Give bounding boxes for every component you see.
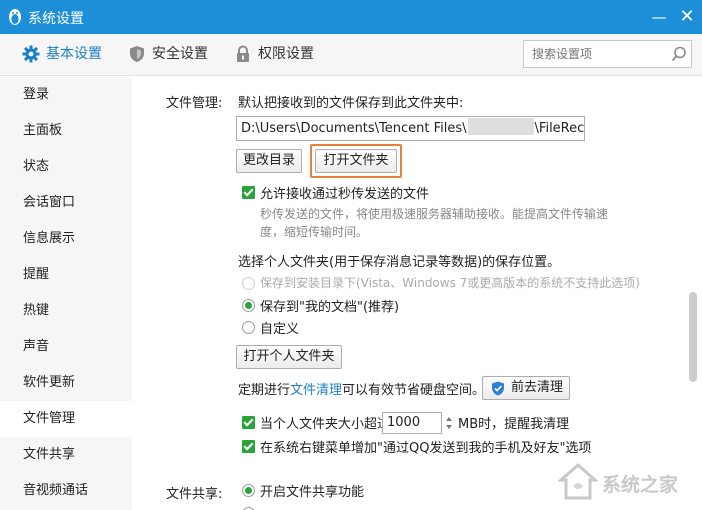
spinner-arrows-icon[interactable] [444, 412, 454, 434]
open-folder-button[interactable]: 打开文件夹 [315, 149, 397, 173]
sidebar-item-main-panel[interactable]: 主面板 [0, 113, 132, 149]
close-button[interactable]: ✕ [676, 6, 698, 28]
allow-flash-transfer-label: 允许接收通过秒传发送的文件 [260, 187, 430, 202]
size-limit-checkbox[interactable] [242, 416, 255, 429]
radio-my-documents-label[interactable]: 保存到"我的文档"(推荐) [260, 296, 399, 315]
settings-content: 文件管理: 默认把接收到的文件保存到此文件夹中: D:\Users\Docume… [132, 77, 686, 510]
personal-folder-description: 选择个人文件夹(用于保存消息记录等数据)的保存位置。 [238, 255, 561, 270]
search-input[interactable] [532, 46, 662, 62]
title-bar: 系统设置 — ✕ [0, 0, 702, 34]
gear-icon [22, 45, 40, 63]
enable-sharing-label[interactable]: 开启文件共享功能 [260, 481, 364, 500]
cleanup-tip: 定期进行文件清理可以有效节省硬盘空间。 [238, 379, 485, 398]
change-directory-button[interactable]: 更改目录 [236, 149, 302, 173]
default-folder-description: 默认把接收到的文件保存到此文件夹中: [238, 96, 464, 111]
settings-tabs: 基本设置 安全设置 权限设置 [0, 34, 702, 76]
tab-label: 权限设置 [258, 46, 314, 62]
allow-flash-transfer-checkbox[interactable] [242, 186, 255, 199]
sidebar-item-av-call[interactable]: 音视频通话 [0, 473, 132, 509]
search-icon[interactable] [670, 45, 688, 63]
lock-icon [237, 45, 249, 62]
sidebar-item-file-sharing[interactable]: 文件共享 [0, 437, 132, 473]
window-title: 系统设置 [28, 11, 84, 27]
cleanup-prefix: 定期进行 [238, 383, 291, 398]
radio-custom-label[interactable]: 自定义 [260, 318, 299, 337]
scrollbar-thumb[interactable] [689, 292, 697, 382]
go-cleanup-button[interactable]: 前去清理 [482, 376, 570, 400]
sidebar-item-status[interactable]: 状态 [0, 149, 132, 185]
radio-install-dir-label: 保存到安装目录下(Vista、Windows 7或更高版本的系统不支持此选项) [260, 276, 640, 290]
radio-custom[interactable] [242, 321, 255, 334]
watermark: 系统之家 [558, 458, 698, 506]
flash-transfer-desc-2: 度，缩短传输时间。 [260, 225, 369, 239]
open-personal-folder-button[interactable]: 打开个人文件夹 [236, 345, 342, 369]
shield-check-icon [492, 381, 504, 396]
tab-security-settings[interactable]: 安全设置 [128, 34, 218, 76]
tab-label: 基本设置 [46, 46, 102, 62]
sidebar-item-software-update[interactable]: 软件更新 [0, 365, 132, 401]
cleanup-suffix: 可以有效节省硬盘空间。 [342, 383, 486, 398]
minimize-button[interactable]: — [648, 6, 670, 28]
radio-enable-sharing[interactable] [242, 484, 255, 497]
tab-label: 安全设置 [152, 46, 208, 62]
watermark-house-icon [558, 462, 598, 500]
sidebar-item-login[interactable]: 登录 [0, 77, 132, 113]
sidebar-item-sound[interactable]: 声音 [0, 329, 132, 365]
settings-sidebar: 登录 主面板 状态 会话窗口 信息展示 提醒 热键 声音 软件更新 文件管理 文… [0, 77, 132, 510]
sidebar-item-chat-window[interactable]: 会话窗口 [0, 185, 132, 221]
settings-search[interactable] [523, 40, 692, 68]
file-cleanup-link[interactable]: 文件清理 [290, 383, 342, 398]
section-label-file-sharing: 文件共享: [166, 487, 223, 502]
watermark-text: 系统之家 [602, 474, 679, 496]
sidebar-item-file-management[interactable]: 文件管理 [0, 401, 132, 437]
go-cleanup-label: 前去清理 [511, 380, 564, 395]
redacted-account [467, 118, 534, 135]
shield-icon [130, 46, 144, 62]
sidebar-item-hotkeys[interactable]: 热键 [0, 293, 132, 329]
context-menu-label: 在系统右键菜单增加"通过QQ发送到我的手机及好友"选项 [260, 441, 592, 456]
tab-permission-settings[interactable]: 权限设置 [234, 34, 324, 76]
tab-basic-settings[interactable]: 基本设置 [22, 34, 112, 76]
receive-folder-path-field[interactable]: D:\Users\Documents\Tencent Files\ \FileRe… [236, 116, 585, 141]
path-suffix: \FileRecv\ [534, 121, 585, 136]
size-limit-input[interactable]: 1000 [382, 412, 442, 434]
radio-install-dir [242, 277, 255, 290]
context-menu-checkbox[interactable] [242, 440, 255, 453]
sidebar-item-info-display[interactable]: 信息展示 [0, 221, 132, 257]
path-prefix: D:\Users\Documents\Tencent Files\ [241, 121, 467, 136]
flash-transfer-desc-1: 秒传发送的文件，将使用极速服务器辅助接收。能提高文件传输速 [260, 207, 609, 221]
sidebar-item-reminders[interactable]: 提醒 [0, 257, 132, 293]
qq-penguin-icon [9, 9, 21, 25]
size-limit-label-after: MB时，提醒我清理 [458, 417, 570, 432]
size-limit-label-before: 当个人文件夹大小超过 [260, 417, 391, 432]
section-label-file-management: 文件管理: [166, 96, 223, 111]
radio-my-documents[interactable] [242, 299, 255, 312]
